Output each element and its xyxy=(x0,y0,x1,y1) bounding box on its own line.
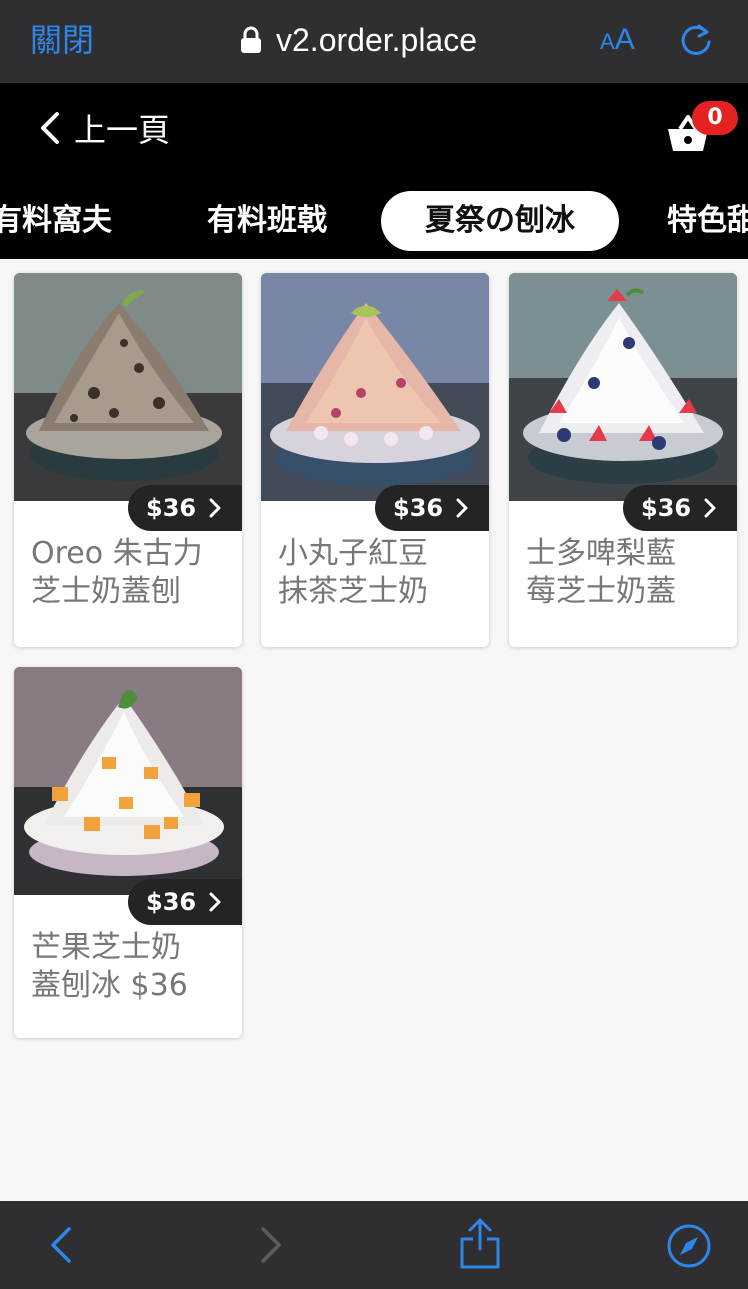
url-bar[interactable]: v2.order.place xyxy=(240,18,477,62)
tab-special-dessert[interactable]: 特色甜 xyxy=(667,191,748,251)
product-name-line1: 芒果芝士奶 xyxy=(31,930,181,965)
cart-count-badge: 0 xyxy=(692,101,738,135)
product-image xyxy=(14,273,242,501)
price-label: $36 xyxy=(146,494,197,522)
product-name-line2: 芝士奶蓋刨 xyxy=(31,574,181,609)
price-tag[interactable]: $36 xyxy=(128,485,242,531)
chevron-right-icon xyxy=(209,498,221,518)
product-name: 芒果芝士奶 蓋刨冰 $36 xyxy=(31,929,231,1005)
reload-icon[interactable] xyxy=(678,22,714,58)
back-chevron-icon xyxy=(41,112,59,144)
product-name-line2: 抹茶芝士奶 xyxy=(278,574,428,609)
price-label: $36 xyxy=(146,888,197,916)
product-name: 小丸子紅豆 抹茶芝士奶 xyxy=(278,535,478,611)
app-header: 上一頁 0 xyxy=(0,83,748,173)
product-image xyxy=(261,273,489,501)
price-tag[interactable]: $36 xyxy=(623,485,737,531)
chevron-right-icon xyxy=(704,498,716,518)
nav-back-icon[interactable] xyxy=(46,1225,76,1265)
text-size-big: A xyxy=(614,23,635,56)
product-card[interactable]: $36 芒果芝士奶 蓋刨冰 $36 xyxy=(14,667,242,1038)
product-name-line1: Oreo 朱古力 xyxy=(31,536,203,571)
close-button[interactable]: 關閉 xyxy=(30,18,94,62)
price-tag[interactable]: $36 xyxy=(375,485,489,531)
browser-top-bar: 關閉 v2.order.place AA xyxy=(0,0,748,83)
text-size-button[interactable]: AA xyxy=(600,22,635,63)
product-card[interactable]: $36 小丸子紅豆 抹茶芝士奶 xyxy=(261,273,489,647)
product-card[interactable]: $36 Oreo 朱古力 芝士奶蓋刨 xyxy=(14,273,242,647)
product-name-line1: 小丸子紅豆 xyxy=(278,536,428,571)
product-name-line1: 士多啤梨藍 xyxy=(526,536,676,571)
back-label: 上一頁 xyxy=(74,111,171,149)
product-image xyxy=(509,273,737,501)
url-text: v2.order.place xyxy=(276,21,478,58)
product-name-line2: 蓋刨冰 $36 xyxy=(31,968,188,1003)
nav-forward-icon[interactable] xyxy=(256,1225,286,1265)
price-tag[interactable]: $36 xyxy=(128,879,242,925)
product-name: 士多啤梨藍 莓芝士奶蓋 xyxy=(526,535,726,611)
tab-shaved-ice[interactable]: 夏祭の刨冰 xyxy=(381,191,619,251)
browser-bottom-bar xyxy=(0,1201,748,1289)
category-tabs: 有料窩夫 有料班戟 夏祭の刨冰 特色甜 xyxy=(0,173,748,259)
product-name-line2: 莓芝士奶蓋 xyxy=(526,574,676,609)
chevron-right-icon xyxy=(209,892,221,912)
product-image xyxy=(14,667,242,895)
price-label: $36 xyxy=(393,494,444,522)
tab-waffle[interactable]: 有料窩夫 xyxy=(0,191,132,251)
product-card[interactable]: $36 士多啤梨藍 莓芝士奶蓋 xyxy=(509,273,737,647)
compass-icon[interactable] xyxy=(666,1223,712,1269)
back-button[interactable]: 上一頁 xyxy=(38,105,170,151)
cart-button[interactable]: 0 xyxy=(664,101,744,161)
price-label: $36 xyxy=(641,494,692,522)
chevron-right-icon xyxy=(456,498,468,518)
lock-icon xyxy=(241,26,261,53)
text-size-small: A xyxy=(600,29,615,54)
tab-pancake[interactable]: 有料班戟 xyxy=(207,191,347,251)
share-icon[interactable] xyxy=(458,1217,502,1271)
product-name: Oreo 朱古力 芝士奶蓋刨 xyxy=(31,535,231,611)
